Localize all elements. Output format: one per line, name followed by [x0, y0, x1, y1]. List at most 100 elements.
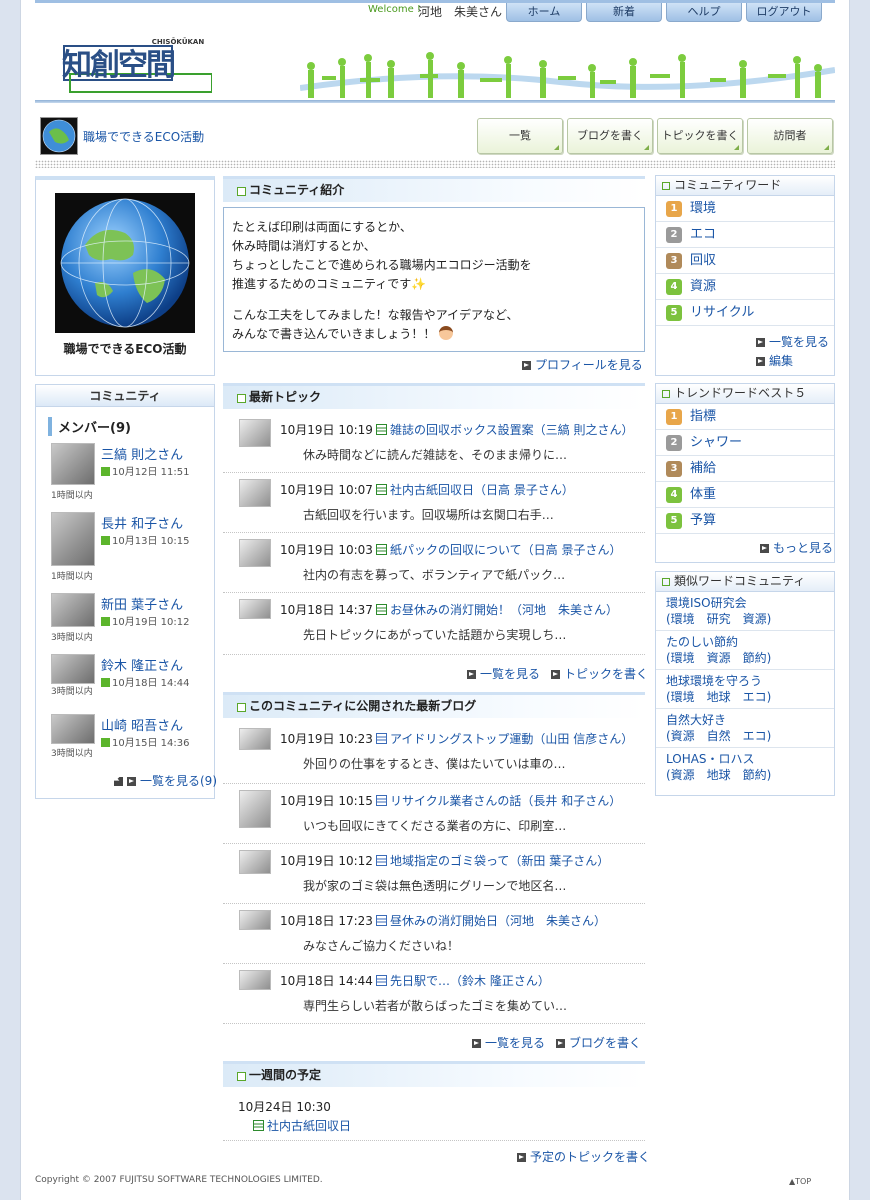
tab-visitors[interactable]: 訪問者 — [747, 118, 833, 154]
member-date: 10月19日 10:12 — [101, 613, 189, 628]
similar-community-tags: (環境 資源 節約) — [666, 651, 772, 665]
member-avatar[interactable] — [51, 593, 95, 627]
nav-help-button[interactable]: ヘルプ — [666, 3, 742, 22]
write-schedule-topic-link[interactable]: 予定のトピックを書く — [517, 1148, 650, 1165]
similar-community-item[interactable]: 地球環境を守ろう (環境 地球 エコ) — [656, 670, 834, 709]
back-to-top-link[interactable]: ▲TOP — [789, 1177, 811, 1186]
community-panel-title: コミュニティ — [36, 385, 214, 407]
word-item[interactable]: 4 資源 — [656, 274, 834, 300]
arrow-icon — [522, 361, 531, 370]
write-schedule-label: 予定のトピックを書く — [530, 1150, 651, 1164]
nav-logout-button[interactable]: ログアウト — [746, 3, 822, 22]
rank-2-icon: 2 — [666, 435, 682, 451]
trend-item[interactable]: 3 補給 — [656, 456, 834, 482]
topic-row: 10月18日 14:37 お昼休みの消灯開始！（河地 朱美さん） 先日トピックに… — [223, 593, 645, 655]
site-logo[interactable]: 知創空間 CHISŌKŪKAN — [62, 36, 213, 96]
trend-words-heading: トレンドワードベスト５ — [656, 384, 834, 404]
similar-community-item[interactable]: たのしい節約 (環境 資源 節約) — [656, 631, 834, 670]
community-icon[interactable] — [40, 117, 78, 155]
member-name-link[interactable]: 鈴木 隆正さん — [101, 655, 183, 674]
blog-author-avatar[interactable] — [239, 790, 271, 828]
blog-title-link[interactable]: リサイクル業者さんの話（長井 和子さん） — [376, 792, 621, 809]
similar-community-item[interactable]: 環境ISO研究会 (環境 研究 資源) — [656, 592, 834, 631]
trend-words-box: トレンドワードベスト５ 1 指標 2 シャワー 3 補給 4 体重 5 予算 もっと見る — [655, 383, 835, 563]
blog-author-avatar[interactable] — [239, 850, 271, 874]
header-banner-illustration — [299, 48, 836, 100]
similar-communities-box: 類似ワードコミュニティ 環境ISO研究会 (環境 研究 資源) たのしい節約 (環境… — [655, 571, 835, 796]
words-edit-link[interactable]: 編集 — [756, 352, 793, 369]
write-blog-link[interactable]: ブログを書く — [556, 1034, 641, 1051]
member-name-link[interactable]: 山崎 昭吾さん — [101, 715, 183, 734]
blog-date: 10月19日 10:15 — [280, 794, 373, 808]
schedule-event-link[interactable]: 社内古紙回収日 — [253, 1117, 351, 1134]
user-name: 河地 朱美さん — [418, 5, 503, 19]
member-name-link[interactable]: 三縞 則之さん — [101, 444, 183, 463]
similar-community-tags: (資源 自然 エコ) — [666, 729, 772, 743]
members-more-link[interactable]: 一覧を見る(9) — [114, 772, 217, 789]
intro-spacer — [232, 294, 636, 306]
write-topic-link[interactable]: トピックを書く — [551, 665, 648, 682]
word-item[interactable]: 5 リサイクル — [656, 300, 834, 326]
trend-item[interactable]: 4 体重 — [656, 482, 834, 508]
topic-author-avatar[interactable] — [239, 539, 271, 567]
header-divider — [35, 100, 835, 103]
rank-5-icon: 5 — [666, 513, 682, 529]
profile-link-label: プロフィールを見る — [535, 358, 643, 372]
similar-community-tags: (環境 研究 資源) — [666, 612, 772, 626]
trend-item[interactable]: 1 指標 — [656, 404, 834, 430]
blog-author-avatar[interactable] — [239, 970, 271, 990]
nav-new-button[interactable]: 新着 — [586, 3, 662, 22]
member-avatar[interactable] — [51, 654, 95, 684]
blog-title-link[interactable]: 先日駅で…（鈴木 隆正さん） — [376, 972, 550, 989]
profile-link[interactable]: プロフィールを見る — [522, 356, 643, 373]
blog-excerpt: いつも回収にきてくださる業者の方に、印刷室… — [303, 819, 567, 833]
blog-row: 10月19日 10:12 地域指定のゴミ袋って（新田 葉子さん） 我が家のゴミ袋… — [223, 844, 645, 904]
topic-author-avatar[interactable] — [239, 599, 271, 619]
blog-title-link[interactable]: 昼休みの消灯開始日（河地 朱美さん） — [376, 912, 606, 929]
community-words-heading: コミュニティワード — [656, 176, 834, 196]
member-avatar[interactable] — [51, 443, 95, 485]
words-more-link[interactable]: 一覧を見る — [756, 333, 829, 350]
blogs-more-link[interactable]: 一覧を見る — [472, 1034, 545, 1051]
blog-row: 10月19日 10:23 アイドリングストップ運動（山田 信彦さん） 外回りの仕… — [223, 722, 645, 784]
word-label: 資源 — [690, 279, 717, 294]
arrow-icon — [127, 777, 136, 786]
member-avatar[interactable] — [51, 714, 95, 744]
blog-author-avatar[interactable] — [239, 910, 271, 930]
topics-more-link[interactable]: 一覧を見る — [467, 665, 540, 682]
topic-excerpt: 休み時間などに読んだ雑誌を、そのまま帰りに… — [303, 448, 568, 462]
similar-community-name: 環境ISO研究会 — [666, 596, 747, 610]
similar-community-item[interactable]: 自然大好き (資源 自然 エコ) — [656, 709, 834, 748]
member-name-link[interactable]: 新田 葉子さん — [101, 594, 183, 613]
trends-more-link[interactable]: もっと見る — [760, 539, 833, 556]
intro-line: ちょっとしたことで進められる職場内エコロジー活動を — [232, 258, 532, 272]
member-name-link[interactable]: 長井 和子さん — [101, 513, 183, 532]
trend-item[interactable]: 2 シャワー — [656, 430, 834, 456]
topic-author-avatar[interactable] — [239, 419, 271, 447]
tab-write-blog[interactable]: ブログを書く — [567, 118, 653, 154]
word-item[interactable]: 1 環境 — [656, 196, 834, 222]
topic-author-avatar[interactable] — [239, 479, 271, 507]
word-item[interactable]: 2 エコ — [656, 222, 834, 248]
rank-3-icon: 3 — [666, 461, 682, 477]
topic-title-link[interactable]: 雑誌の回収ボックス設置案（三縞 則之さん） — [376, 421, 633, 438]
topic-title-link[interactable]: 紙パックの回収について（日高 景子さん） — [376, 541, 621, 558]
arrow-icon — [756, 357, 765, 366]
nav-home-button[interactable]: ホーム — [506, 3, 582, 22]
word-item[interactable]: 3 回収 — [656, 248, 834, 274]
topic-row: 10月19日 10:19 雑誌の回収ボックス設置案（三縞 則之さん） 休み時間な… — [223, 413, 645, 473]
similar-community-item[interactable]: LOHAS・ロハス (資源 地球 節約) — [656, 748, 834, 787]
community-name-link[interactable]: 職場でできるECO活動 — [83, 128, 204, 145]
topic-excerpt: 社内の有志を募って、ボランティアで紙パック… — [303, 568, 566, 582]
topic-title-link[interactable]: お昼休みの消灯開始！（河地 朱美さん） — [376, 601, 618, 618]
topic-title-link[interactable]: 社内古紙回収日（日高 景子さん） — [376, 481, 574, 498]
trend-item[interactable]: 5 予算 — [656, 508, 834, 534]
similar-community-tags: (資源 地球 節約) — [666, 768, 772, 782]
tab-write-topic[interactable]: トピックを書く — [657, 118, 743, 154]
member-avatar[interactable] — [51, 512, 95, 566]
blog-title-link[interactable]: 地域指定のゴミ袋って（新田 葉子さん） — [376, 852, 609, 869]
blog-author-avatar[interactable] — [239, 728, 271, 750]
blog-title-link[interactable]: アイドリングストップ運動（山田 信彦さん） — [376, 730, 633, 747]
blog-date: 10月18日 17:23 — [280, 914, 373, 928]
tab-list[interactable]: 一覧 — [477, 118, 563, 154]
